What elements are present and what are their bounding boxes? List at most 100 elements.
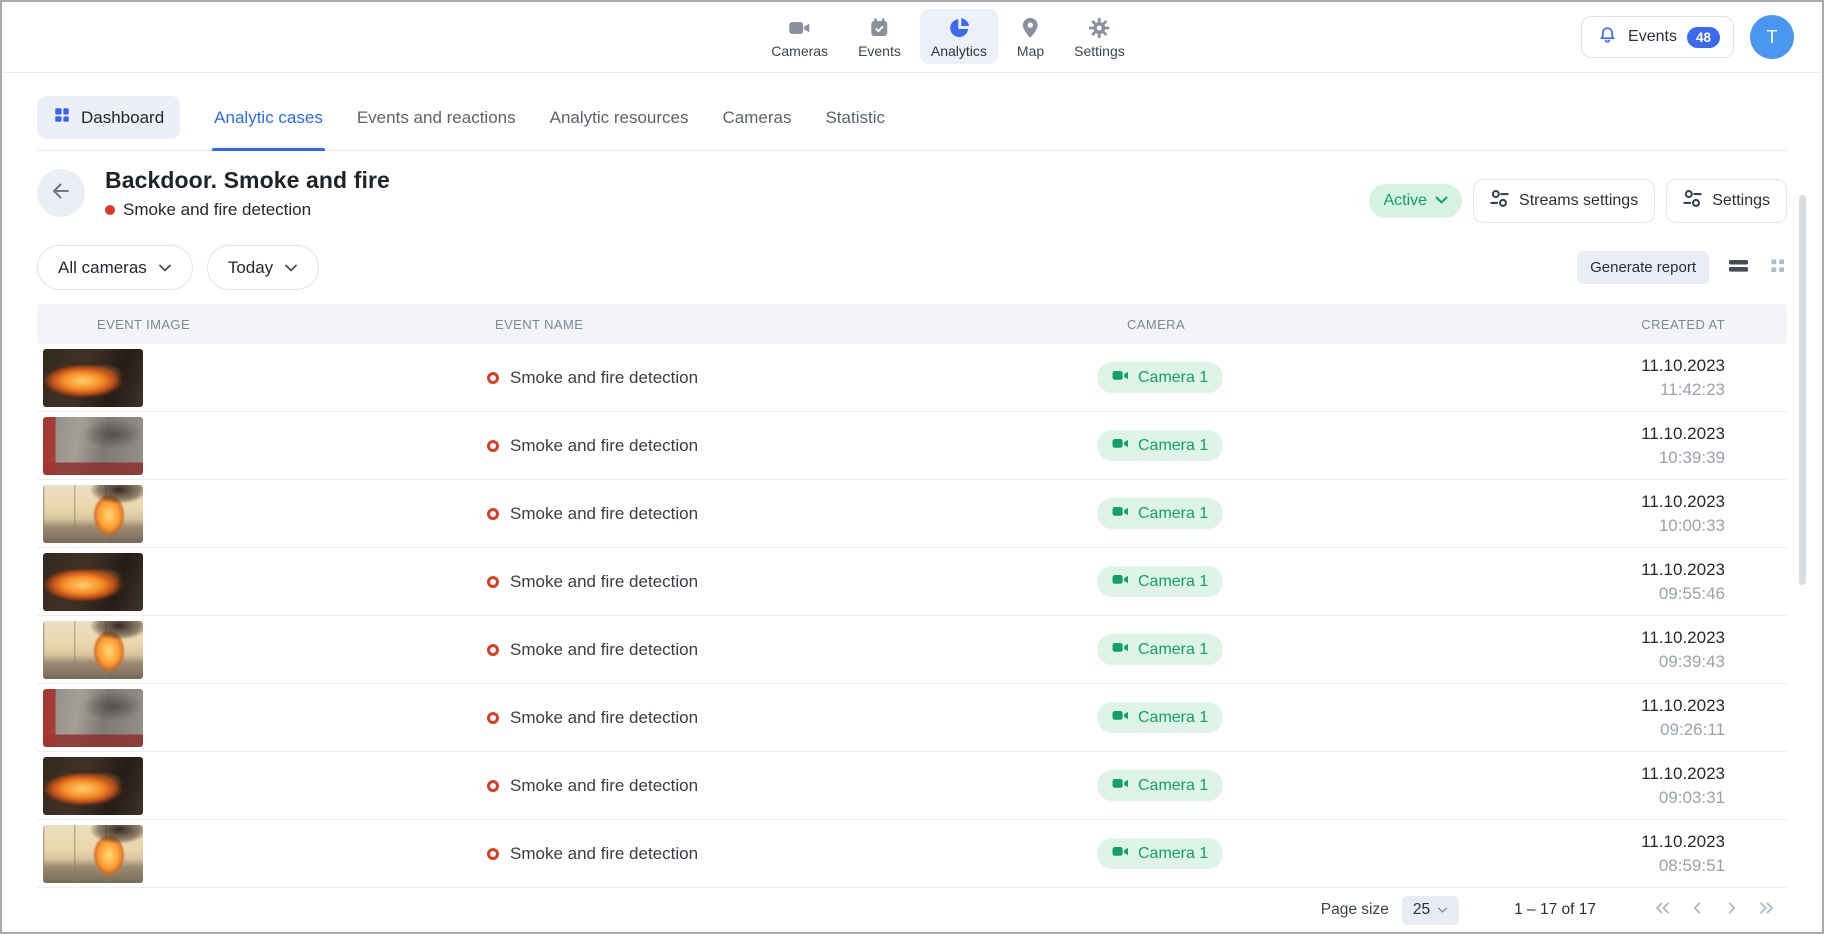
first-page-button[interactable] [1651, 897, 1673, 924]
last-page-button[interactable] [1756, 897, 1778, 924]
last-page-icon [1756, 897, 1778, 924]
avatar[interactable]: T [1750, 15, 1794, 59]
generate-report-button[interactable]: Generate report [1577, 251, 1709, 284]
event-thumbnail[interactable] [43, 824, 143, 883]
table-row[interactable]: Smoke and fire detection Camera 1 11.10.… [37, 548, 1787, 616]
column-header-event-image: EVENT IMAGE [97, 316, 191, 332]
tab-analytic-cases[interactable]: Analytic cases [202, 85, 335, 151]
pie-chart-icon [947, 16, 971, 40]
streams-settings-label: Streams settings [1519, 192, 1639, 209]
table-header: EVENT IMAGE EVENT NAME CAMERA CREATED AT [37, 304, 1787, 344]
event-thumbnail[interactable] [43, 688, 143, 747]
map-pin-icon [1019, 16, 1043, 40]
created-time: 09:39:43 [1658, 651, 1725, 671]
tab-dashboard[interactable]: Dashboard [37, 96, 181, 139]
event-thumbnail[interactable] [43, 484, 143, 543]
prev-page-icon [1686, 897, 1708, 924]
event-ring-icon [487, 847, 499, 860]
event-thumbnail[interactable] [43, 620, 143, 679]
next-page-icon [1721, 897, 1743, 924]
main-nav: Cameras Events Analytics Map Settings [760, 9, 1135, 64]
status-dropdown[interactable]: Active [1369, 184, 1463, 218]
top-bar: Cameras Events Analytics Map Settings Ev… [2, 2, 1822, 73]
events-notifications-button[interactable]: Events 48 [1581, 16, 1734, 58]
table-row[interactable]: Smoke and fire detection Camera 1 11.10.… [37, 412, 1787, 480]
camera-badge-icon [1112, 845, 1129, 863]
table-row[interactable]: Smoke and fire detection Camera 1 11.10.… [37, 820, 1787, 888]
tab-events-and-reactions[interactable]: Events and reactions [345, 85, 528, 150]
event-ring-icon [487, 371, 499, 384]
vertical-scrollbar[interactable] [1799, 195, 1806, 585]
event-ring-icon [487, 643, 499, 656]
camera-badge: Camera 1 [1097, 634, 1224, 665]
avatar-initial: T [1766, 26, 1778, 47]
event-thumbnail[interactable] [43, 552, 143, 611]
created-date: 11.10.2023 [1641, 492, 1725, 512]
event-name: Smoke and fire detection [510, 775, 699, 795]
range-text: 1 – 17 of 17 [1514, 901, 1596, 918]
event-name: Smoke and fire detection [510, 571, 699, 591]
list-view-toggle[interactable] [1728, 255, 1749, 281]
created-time: 10:00:33 [1658, 515, 1725, 535]
nav-item-analytics[interactable]: Analytics [919, 9, 998, 64]
event-name: Smoke and fire detection [510, 367, 699, 387]
back-button[interactable] [37, 169, 85, 217]
tab-statistic[interactable]: Statistic [813, 85, 897, 150]
nav-item-events[interactable]: Events [847, 9, 912, 64]
page-title: Backdoor. Smoke and fire [105, 167, 390, 193]
settings-button[interactable]: Settings [1666, 179, 1787, 223]
event-name: Smoke and fire detection [510, 435, 699, 455]
events-button-label: Events [1628, 28, 1677, 45]
event-thumbnail[interactable] [43, 348, 143, 407]
grid-view-icon [1768, 256, 1787, 280]
gear-icon [1087, 16, 1111, 40]
nav-label: Analytics [930, 43, 987, 59]
grid-view-toggle[interactable] [1768, 256, 1787, 280]
date-filter-label: Today [227, 257, 274, 277]
event-thumbnail[interactable] [43, 416, 143, 475]
column-header-created-at: CREATED AT [1641, 316, 1725, 332]
created-time: 09:03:31 [1658, 787, 1725, 807]
streams-settings-button[interactable]: Streams settings [1473, 179, 1656, 223]
tab-analytic-resources[interactable]: Analytic resources [538, 85, 701, 150]
nav-item-settings[interactable]: Settings [1063, 9, 1136, 64]
event-ring-icon [487, 507, 499, 520]
tab-cameras[interactable]: Cameras [711, 85, 804, 150]
page-header-actions: Active Streams settings Settings [1369, 179, 1787, 223]
table-row[interactable]: Smoke and fire detection Camera 1 11.10.… [37, 752, 1787, 820]
event-ring-icon [487, 439, 499, 452]
video-camera-icon [788, 16, 812, 40]
nav-item-cameras[interactable]: Cameras [760, 9, 839, 64]
table-row[interactable]: Smoke and fire detection Camera 1 11.10.… [37, 344, 1787, 412]
table-row[interactable]: Smoke and fire detection Camera 1 11.10.… [37, 616, 1787, 684]
created-date: 11.10.2023 [1641, 628, 1725, 648]
page-size-select[interactable]: 25 [1401, 895, 1460, 925]
cameras-filter-dropdown[interactable]: All cameras [37, 245, 193, 290]
event-thumbnail[interactable] [43, 756, 143, 815]
page-subtitle: Smoke and fire detection [105, 200, 390, 220]
table-row[interactable]: Smoke and fire detection Camera 1 11.10.… [37, 480, 1787, 548]
camera-name: Camera 1 [1138, 504, 1209, 522]
created-at: 11.10.2023 10:00:33 [1427, 491, 1787, 536]
filters-row: All cameras Today Generate report [37, 245, 1787, 290]
status-label: Active [1383, 192, 1428, 209]
prev-page-button[interactable] [1686, 897, 1708, 924]
camera-name: Camera 1 [1138, 844, 1209, 862]
created-date: 11.10.2023 [1641, 764, 1725, 784]
page-header: Backdoor. Smoke and fire Smoke and fire … [37, 167, 1787, 223]
page-subtitle-label: Smoke and fire detection [123, 200, 312, 219]
calendar-check-icon [867, 16, 891, 40]
grid-icon [53, 106, 71, 129]
camera-badge: Camera 1 [1097, 702, 1224, 733]
next-page-button[interactable] [1721, 897, 1743, 924]
camera-badge: Camera 1 [1097, 362, 1224, 393]
created-at: 11.10.2023 08:59:51 [1427, 831, 1787, 876]
camera-badge: Camera 1 [1097, 430, 1224, 461]
date-filter-dropdown[interactable]: Today [206, 245, 320, 290]
table-row[interactable]: Smoke and fire detection Camera 1 11.10.… [37, 684, 1787, 752]
camera-badge-icon [1112, 369, 1129, 387]
nav-item-map[interactable]: Map [1006, 9, 1055, 64]
filters-right: Generate report [1577, 251, 1787, 284]
column-header-event-name: EVENT NAME [495, 316, 584, 332]
camera-name: Camera 1 [1138, 640, 1209, 658]
